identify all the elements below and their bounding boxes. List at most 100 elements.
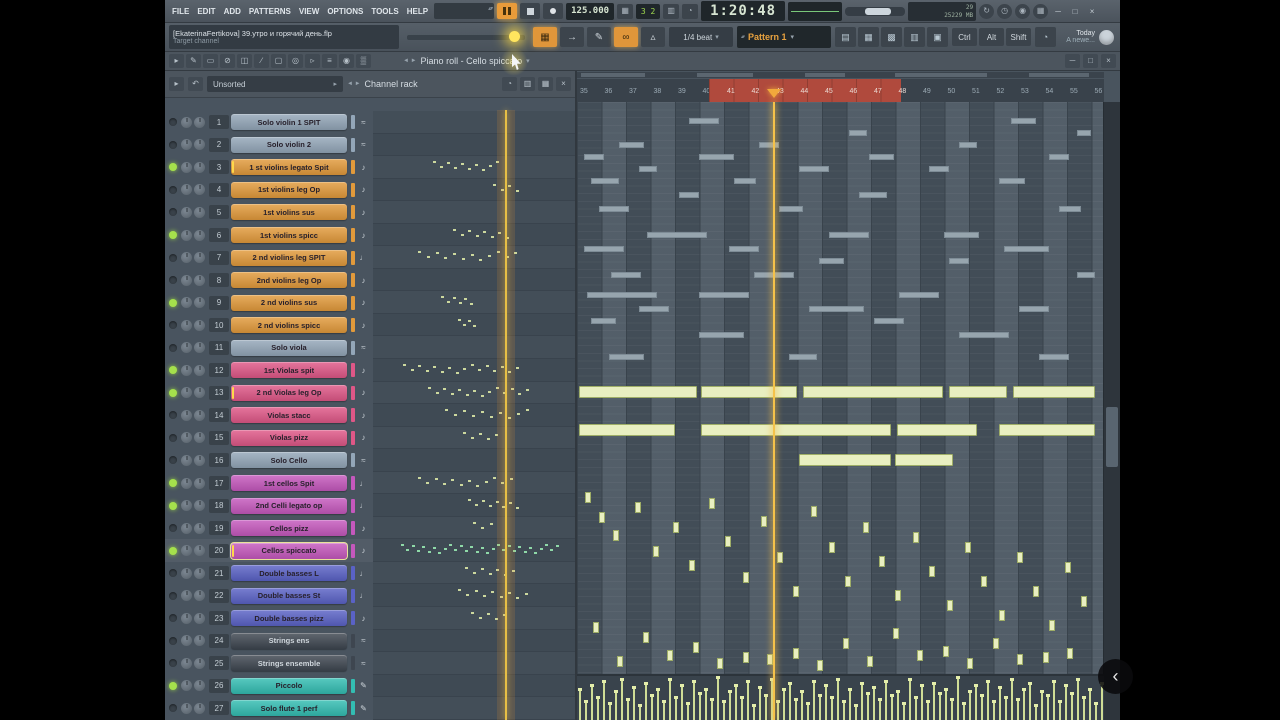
velocity-bar[interactable]	[962, 702, 966, 720]
channel-led[interactable]	[169, 366, 177, 375]
velocity-bar[interactable]	[1094, 702, 1098, 720]
velocity-bar[interactable]	[620, 678, 624, 720]
playhead-marker[interactable]	[767, 89, 781, 102]
velocity-bar[interactable]	[884, 680, 888, 720]
channel-button[interactable]: Cellos spiccato	[231, 542, 347, 559]
pattern-preview[interactable]	[373, 449, 575, 472]
note[interactable]	[617, 656, 623, 667]
channel-led[interactable]	[169, 569, 177, 578]
velocity-bar[interactable]	[752, 704, 756, 720]
velocity-bar[interactable]	[764, 694, 768, 720]
pattern-preview[interactable]	[373, 607, 575, 630]
close-icon[interactable]: ×	[1101, 54, 1116, 68]
pattern-preview[interactable]	[373, 584, 575, 608]
velocity-bar[interactable]	[860, 682, 864, 720]
volume-knob[interactable]	[194, 252, 205, 264]
pan-knob[interactable]	[181, 409, 192, 421]
detail-view-icon[interactable]: ▥	[520, 77, 535, 91]
menu-item-tools[interactable]: TOOLS	[368, 7, 401, 16]
mute-indicator[interactable]	[351, 363, 355, 378]
note[interactable]	[947, 600, 953, 611]
pattern-spinner[interactable]: ▴▾	[741, 34, 745, 40]
channel-led[interactable]	[169, 524, 177, 533]
velocity-bar[interactable]	[896, 690, 900, 720]
velocity-bar[interactable]	[950, 698, 954, 720]
volume-knob[interactable]	[194, 612, 205, 624]
mute-indicator[interactable]	[351, 318, 355, 333]
velocity-bar[interactable]	[788, 682, 792, 720]
channel-led[interactable]	[169, 591, 177, 600]
channel-button[interactable]: Double basses pizz	[231, 610, 347, 627]
note[interactable]	[803, 386, 943, 398]
master-pitch-slider[interactable]	[403, 27, 529, 47]
delete-tool-icon[interactable]: ⊘	[220, 54, 235, 68]
channel-led[interactable]	[169, 118, 177, 127]
volume-knob[interactable]	[194, 635, 205, 647]
velocity-bar[interactable]	[740, 696, 744, 720]
pattern-preview[interactable]	[373, 494, 575, 517]
note[interactable]	[1067, 648, 1073, 659]
velocity-bar[interactable]	[734, 684, 738, 720]
mute-indicator[interactable]	[351, 182, 355, 197]
note[interactable]	[895, 454, 953, 466]
mute-indicator[interactable]	[351, 498, 355, 513]
channel-button[interactable]: 1 st violins legato Spit	[231, 159, 347, 176]
volume-knob[interactable]	[194, 206, 205, 218]
note[interactable]	[717, 658, 723, 669]
velocity-bar[interactable]	[614, 690, 618, 720]
typing-keyboard-icon[interactable]: ▦	[533, 27, 557, 47]
mute-indicator[interactable]	[351, 295, 355, 310]
mute-indicator[interactable]	[351, 115, 355, 130]
volume-knob[interactable]	[194, 522, 205, 534]
velocity-bar[interactable]	[1046, 694, 1050, 720]
velocity-bar[interactable]	[716, 676, 720, 720]
velocity-bar[interactable]	[872, 686, 876, 720]
velocity-bar[interactable]	[938, 692, 942, 720]
stop-button[interactable]	[520, 3, 541, 19]
velocity-bar[interactable]	[920, 684, 924, 720]
velocity-bar[interactable]	[794, 698, 798, 720]
channel-led[interactable]	[169, 298, 177, 307]
volume-knob[interactable]	[194, 454, 205, 466]
pattern-song-icon[interactable]: ▦	[617, 3, 634, 19]
volume-knob[interactable]	[194, 545, 205, 557]
volume-knob[interactable]	[194, 432, 205, 444]
velocity-bar[interactable]	[956, 676, 960, 720]
velocity-bar[interactable]	[1052, 680, 1056, 720]
velocity-bar[interactable]	[650, 694, 654, 720]
snap-tool-icon[interactable]: ◉	[339, 54, 354, 68]
volume-slider-thumb[interactable]	[865, 7, 892, 15]
velocity-bar[interactable]	[626, 698, 630, 720]
pointer-tool-icon[interactable]: ▸	[169, 54, 184, 68]
velocity-bar[interactable]	[578, 688, 582, 720]
velocity-bar[interactable]	[842, 700, 846, 720]
note[interactable]	[993, 638, 999, 649]
volume-knob[interactable]	[194, 274, 205, 286]
volume-knob[interactable]	[194, 297, 205, 309]
tempo-display[interactable]: 125.000	[566, 2, 615, 20]
velocity-bar[interactable]	[722, 700, 726, 720]
velocity-bar[interactable]	[848, 688, 852, 720]
note[interactable]	[843, 638, 849, 649]
volume-knob[interactable]	[194, 567, 205, 579]
note[interactable]	[689, 560, 695, 571]
draw-mode-icon[interactable]: ✎	[587, 27, 611, 47]
channel-button[interactable]: 2 nd violins spicc	[231, 317, 347, 334]
pattern-preview[interactable]	[373, 133, 575, 157]
channel-led[interactable]	[169, 140, 177, 149]
velocity-bar[interactable]	[1070, 692, 1074, 720]
volume-knob[interactable]	[194, 657, 205, 669]
note[interactable]	[1033, 586, 1039, 597]
mute-tool-icon[interactable]: ◫	[237, 54, 252, 68]
news-panel[interactable]: Today A newe...	[1066, 29, 1116, 45]
pattern-preview[interactable]	[373, 156, 575, 179]
channel-button[interactable]: Double basses St	[231, 587, 347, 604]
note[interactable]	[929, 566, 935, 577]
wait-icon[interactable]: ▥	[663, 3, 680, 19]
note[interactable]	[579, 424, 675, 436]
note[interactable]	[817, 660, 823, 671]
video-overlay-badge[interactable]: ‹	[1098, 659, 1133, 694]
volume-knob[interactable]	[194, 680, 205, 692]
menu-item-add[interactable]: ADD	[221, 7, 244, 16]
note[interactable]	[829, 542, 835, 553]
